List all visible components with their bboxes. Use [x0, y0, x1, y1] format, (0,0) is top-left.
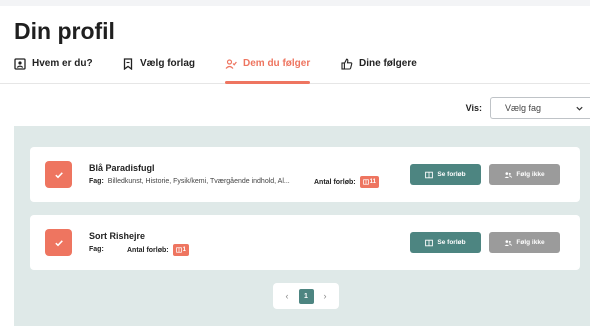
tab-hvem-er-du[interactable]: Hvem er du? — [14, 58, 93, 84]
users-icon — [505, 171, 513, 178]
subjects-label: Fag: — [89, 178, 104, 185]
course-count: Antal forløb: 11 — [314, 176, 379, 188]
count-badge: 11 — [359, 176, 379, 188]
subjects: Fag: Billedkunst, Historie, Fysik/kemi, T… — [89, 178, 290, 185]
see-courses-button[interactable]: Se forløb — [410, 232, 481, 253]
tab-dem-du-foelger[interactable]: Dem du følger — [225, 58, 311, 84]
next-page-button[interactable]: › — [324, 291, 327, 301]
book-icon — [175, 247, 182, 253]
book-open-icon — [425, 171, 434, 178]
subjects-label: Fag: — [89, 246, 104, 253]
previous-page-button[interactable]: ‹ — [286, 291, 289, 301]
tab-label: Hvem er du? — [32, 58, 93, 69]
filter-label: Vis: — [465, 103, 482, 113]
button-label: Følg ikke — [516, 239, 545, 246]
book-open-icon — [425, 239, 434, 246]
follow-checkbox[interactable] — [45, 229, 72, 256]
course-count-label: Antal forløb: — [314, 178, 356, 186]
subject-select-value: Vælg fag — [505, 103, 542, 113]
tab-label: Dine følgere — [359, 58, 417, 69]
see-courses-button[interactable]: Se forløb — [410, 164, 481, 185]
count-value: 1 — [182, 247, 186, 253]
button-label: Følg ikke — [516, 171, 545, 178]
course-count-label: Antal forløb: — [127, 246, 169, 254]
tab-dine-foelgere[interactable]: Dine følgere — [341, 58, 417, 84]
count-value: 11 — [369, 179, 376, 185]
book-icon — [362, 179, 369, 185]
user-check-icon — [225, 58, 237, 70]
list-item: Sort Rishejre Fag: Antal forløb: 1 Se fo… — [30, 215, 580, 270]
tab-vaelg-forlag[interactable]: Vælg forlag — [122, 58, 195, 84]
user-name: Sort Rishejre — [89, 231, 146, 241]
person-card-icon — [14, 58, 26, 70]
follow-checkbox[interactable] — [45, 161, 72, 188]
tab-label: Dem du følger — [243, 58, 311, 69]
chevron-down-icon — [576, 106, 583, 111]
subjects-value: Billedkunst, Historie, Fysik/kemi, Tværg… — [107, 178, 290, 185]
course-count: Antal forløb: 1 — [127, 244, 189, 256]
users-icon — [505, 239, 513, 246]
subject-select[interactable]: Vælg fag — [490, 97, 590, 119]
following-list: Blå Paradisfugl Fag: Billedkunst, Histori… — [14, 126, 590, 326]
list-item: Blå Paradisfugl Fag: Billedkunst, Histori… — [30, 147, 580, 202]
unfollow-button[interactable]: Følg ikke — [489, 232, 560, 253]
count-badge: 1 — [172, 244, 189, 256]
page-title: Din profil — [14, 18, 115, 44]
button-label: Se forløb — [437, 171, 466, 178]
bookmark-icon — [122, 58, 134, 70]
unfollow-button[interactable]: Følg ikke — [489, 164, 560, 185]
profile-page: Din profil Hvem er du? Vælg forlag Dem d… — [0, 6, 590, 326]
pagination: ‹ 1 › — [273, 283, 339, 309]
profile-tabs: Hvem er du? Vælg forlag Dem du følger Di… — [0, 56, 590, 84]
subject-filter: Vis: Vælg fag — [466, 96, 590, 120]
user-name: Blå Paradisfugl — [89, 163, 155, 173]
current-page[interactable]: 1 — [298, 288, 314, 304]
check-icon — [54, 171, 63, 178]
check-icon — [54, 239, 63, 246]
thumbs-up-icon — [341, 58, 353, 70]
button-label: Se forløb — [437, 239, 466, 246]
tab-label: Vælg forlag — [140, 58, 196, 69]
subjects: Fag: — [89, 246, 108, 253]
